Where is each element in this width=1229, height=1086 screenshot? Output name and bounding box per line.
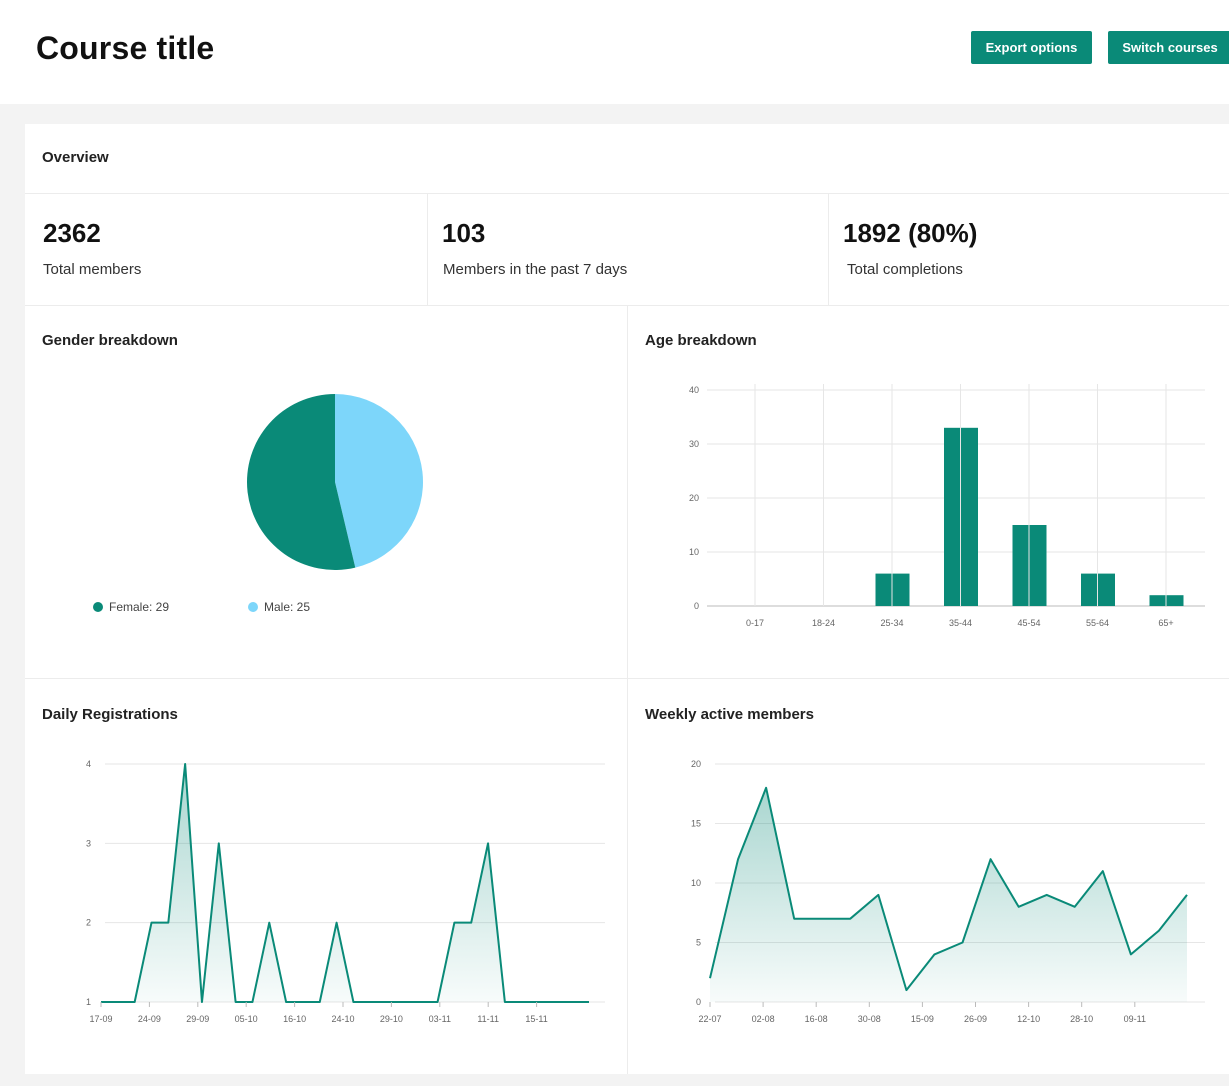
x-tick-label: 12-10 <box>1017 1014 1040 1024</box>
x-tick-label: 03-11 <box>429 1014 451 1024</box>
weekly-active-chart: 0 5 10 15 20 22-07 02-08 16-08 30-08 15-09 26-09 12… <box>691 759 1205 1024</box>
page-title: Course title <box>36 30 215 66</box>
y-tick-label: 3 <box>86 838 91 848</box>
x-tick-label: 22-07 <box>698 1014 721 1024</box>
age-bar-chart: 0 10 20 30 40 0-17 18-24 25-34 35-44 45-54 55-64 65… <box>689 384 1205 628</box>
page-header: Course title Export options Switch cours… <box>0 0 1229 104</box>
stat-total-members-label: Total members <box>43 261 142 278</box>
y-tick-label: 30 <box>689 439 699 449</box>
x-tick-label: 45-54 <box>1017 618 1040 628</box>
gender-chart-title: Gender breakdown <box>42 332 178 349</box>
x-tick-label: 15-11 <box>525 1014 547 1024</box>
y-tick-label: 20 <box>689 493 699 503</box>
age-chart-title: Age breakdown <box>645 332 757 349</box>
divider <box>427 193 428 305</box>
stat-completions-label: Total completions <box>847 261 963 278</box>
x-tick-label: 29-10 <box>380 1014 403 1024</box>
divider <box>627 305 628 1074</box>
daily-chart-title: Daily Registrations <box>42 706 178 723</box>
legend-male-swatch <box>248 602 258 612</box>
x-tick-label: 0-17 <box>746 618 764 628</box>
x-tick-label: 30-08 <box>858 1014 881 1024</box>
x-tick-label: 65+ <box>1158 618 1173 628</box>
x-tick-label: 55-64 <box>1086 618 1109 628</box>
y-tick-label: 40 <box>689 385 699 395</box>
overview-label: Overview <box>42 149 109 166</box>
stat-completions-value: 1892 (80%) <box>843 218 978 248</box>
x-tick-label: 16-10 <box>283 1014 306 1024</box>
legend-female-swatch <box>93 602 103 612</box>
y-tick-label: 0 <box>694 601 699 611</box>
y-tick-label: 2 <box>86 918 91 928</box>
x-tick-label: 28-10 <box>1070 1014 1093 1024</box>
legend-female: Female: 29 <box>93 600 169 614</box>
weekly-chart-title: Weekly active members <box>645 706 814 723</box>
divider <box>25 193 1229 194</box>
y-tick-label: 5 <box>696 938 701 948</box>
x-tick-label: 29-09 <box>186 1014 209 1024</box>
divider <box>25 678 1229 679</box>
x-tick-label: 02-08 <box>752 1014 775 1024</box>
x-tick-label: 18-24 <box>812 618 835 628</box>
x-tick-label: 24-10 <box>331 1014 354 1024</box>
export-options-button[interactable]: Export options <box>971 31 1092 64</box>
legend-male-label: Male: 25 <box>264 600 311 614</box>
divider <box>828 193 829 305</box>
x-tick-label: 24-09 <box>138 1014 161 1024</box>
overview-card: Overview 2362 Total members 103 Members … <box>25 124 1229 1074</box>
legend-male: Male: 25 <box>248 600 310 614</box>
y-tick-label: 0 <box>696 997 701 1007</box>
x-tick-label: 26-09 <box>964 1014 987 1024</box>
y-tick-label: 20 <box>691 759 701 769</box>
legend-female-label: Female: 29 <box>109 600 170 614</box>
stat-recent-members-value: 103 <box>442 218 486 248</box>
x-tick-label: 05-10 <box>235 1014 258 1024</box>
y-tick-label: 10 <box>691 878 701 888</box>
x-tick-label: 16-08 <box>805 1014 828 1024</box>
x-tick-label: 25-34 <box>880 618 903 628</box>
y-tick-label: 4 <box>86 759 91 769</box>
daily-registrations-chart: 1 2 3 4 17-09 24-09 29-09 05-10 16-10 24-10 29-10 0… <box>86 759 605 1024</box>
x-tick-label: 35-44 <box>949 618 972 628</box>
stat-recent-members-label: Members in the past 7 days <box>443 261 628 278</box>
switch-courses-button[interactable]: Switch courses <box>1108 31 1229 64</box>
y-tick-label: 1 <box>86 997 91 1007</box>
area-fill <box>710 787 1187 1002</box>
x-tick-label: 17-09 <box>89 1014 112 1024</box>
y-tick-label: 15 <box>691 819 701 829</box>
x-tick-label: 15-09 <box>911 1014 934 1024</box>
gender-pie-chart <box>247 394 424 570</box>
y-tick-label: 10 <box>689 547 699 557</box>
x-tick-label: 11-11 <box>477 1014 499 1024</box>
x-tick-label: 09-11 <box>1124 1014 1146 1024</box>
stat-total-members-value: 2362 <box>43 218 101 248</box>
